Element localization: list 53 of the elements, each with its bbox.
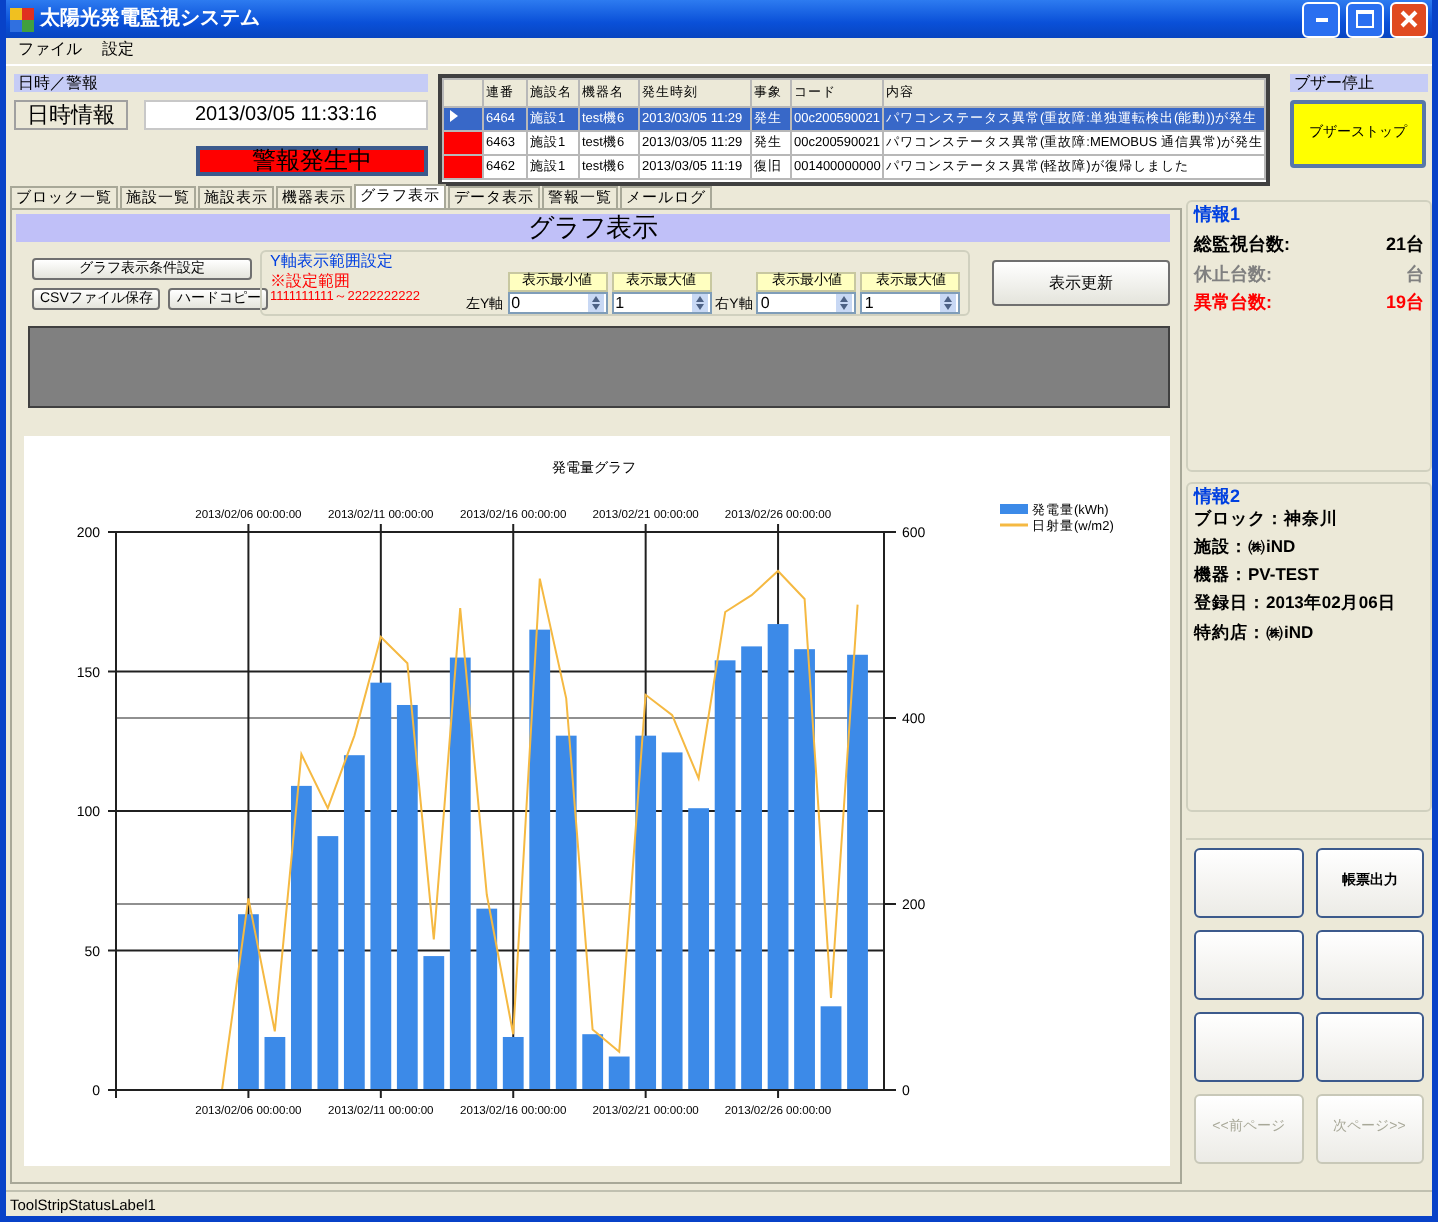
bar [582, 1034, 604, 1090]
maximize-button[interactable] [1346, 1, 1384, 37]
bar [820, 1006, 842, 1090]
info-value: 19台 [1385, 292, 1424, 315]
info-value: 21台 [1385, 233, 1424, 256]
blank-button[interactable] [1315, 1012, 1424, 1082]
blank-button[interactable] [1194, 930, 1303, 1000]
blank-button[interactable] [1194, 848, 1303, 918]
bar [264, 1037, 286, 1090]
page-heading: グラフ表示 [16, 214, 1170, 242]
spin-arrows-icon[interactable] [836, 294, 853, 312]
group-title: 情報1 [1194, 204, 1243, 226]
blank-button[interactable] [1315, 930, 1424, 1000]
panel-title: 日時／警報 [14, 74, 428, 92]
datetime-field: 2013/03/05 11:33:16 [144, 100, 428, 130]
spin-field[interactable]: 0 [507, 292, 608, 314]
spin-field[interactable]: 1 [611, 292, 712, 314]
refresh-button[interactable]: 表示更新 [992, 260, 1170, 306]
spin-field[interactable]: 0 [756, 292, 857, 314]
info-label: 総監視台数: [1194, 233, 1290, 256]
bar [502, 1037, 524, 1090]
maximize-icon [1356, 10, 1374, 28]
blank-button[interactable] [1194, 1012, 1303, 1082]
spin-arrows-icon[interactable] [940, 294, 957, 312]
info-text: 登録日：2013年02月06日 [1194, 592, 1398, 614]
menu-item[interactable]: 設定 [102, 40, 134, 62]
spin-field[interactable]: 1 [860, 292, 961, 314]
close-button[interactable] [1390, 1, 1428, 37]
info-label: 休止台数: [1194, 263, 1272, 285]
current-row-icon [449, 110, 458, 123]
bar [608, 1056, 630, 1090]
info-text: ブロック：神奈川 [1194, 507, 1340, 528]
spin-arrows-icon[interactable] [691, 294, 708, 312]
group-title: ブザー停止 [1290, 74, 1428, 92]
info-label: 異常台数: [1194, 292, 1272, 315]
info-text: 機器：PV-TEST [1194, 564, 1321, 585]
alarm-button[interactable]: 警報発生中 [195, 146, 428, 176]
menu-item[interactable]: ファイル [18, 40, 82, 62]
info-text: 施設：㈱iND [1194, 535, 1298, 557]
app-icon [10, 7, 34, 31]
group-title: Y軸表示範囲設定 [270, 252, 395, 272]
legend-swatch [1000, 504, 1028, 514]
range-note: ※設定範囲 [270, 271, 352, 291]
datetime-label: 日時情報 [14, 100, 128, 130]
spin-arrows-icon[interactable] [587, 294, 604, 312]
info-text: 特約店：㈱iND [1194, 621, 1316, 642]
bar [423, 956, 445, 1090]
info-value: 台 [1406, 263, 1424, 285]
minimize-button[interactable] [1302, 1, 1340, 37]
group-title: 情報2 [1194, 486, 1243, 508]
close-icon [1400, 10, 1418, 28]
window-title: 太陽光発電監視システム [40, 7, 262, 31]
minimize-icon [1315, 17, 1327, 21]
